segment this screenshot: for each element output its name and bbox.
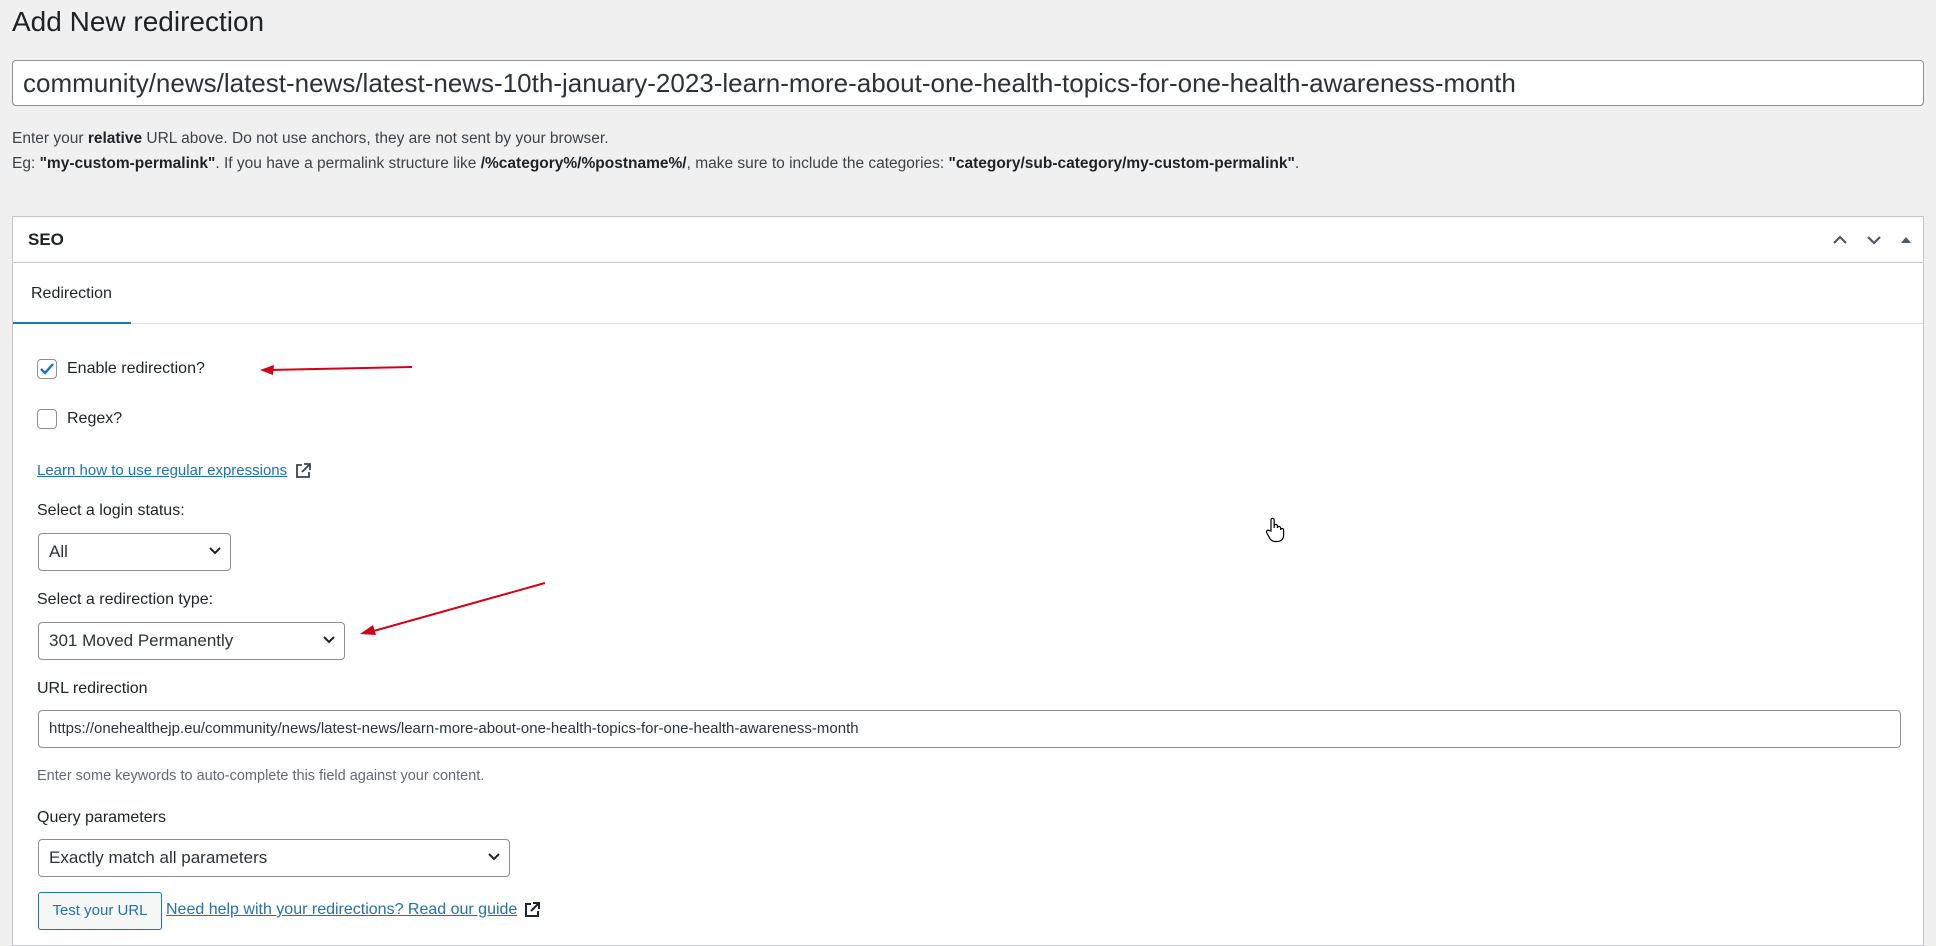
redirection-type-value: 301 Moved Permanently <box>49 631 234 650</box>
toggle-panel-button[interactable] <box>1891 225 1921 255</box>
redirect-source-url-input[interactable]: community/news/latest-news/latest-news-1… <box>12 60 1924 106</box>
redirection-guide-link[interactable]: Need help with your redirections? Read o… <box>166 901 517 919</box>
enable-redirection-row: Enable redirection? <box>37 359 205 379</box>
enable-redirection-checkbox[interactable] <box>37 359 57 379</box>
chevron-down-icon <box>488 853 500 861</box>
external-link-icon <box>525 902 541 917</box>
regex-label[interactable]: Regex? <box>67 410 122 428</box>
learn-regex-link[interactable]: Learn how to use regular expressions <box>37 462 287 479</box>
move-down-button[interactable] <box>1859 225 1889 255</box>
login-status-select[interactable]: All <box>38 533 231 571</box>
guide-link-row: Need help with your redirections? Read o… <box>166 901 541 919</box>
caret-up-icon <box>1901 237 1911 243</box>
postbox-title: SEO <box>28 230 64 249</box>
regex-row: Regex? <box>37 409 122 429</box>
chevron-down-icon <box>1867 236 1881 245</box>
query-parameters-select[interactable]: Exactly match all parameters <box>38 839 510 877</box>
postbox-header: SEO <box>13 217 1923 263</box>
external-link-icon <box>296 463 312 478</box>
login-status-label: Select a login status: <box>37 502 185 519</box>
chevron-down-icon <box>209 547 221 555</box>
redirection-type-select[interactable]: 301 Moved Permanently <box>38 622 345 660</box>
checkmark-icon <box>40 363 54 375</box>
url-help-line-2: Eg: "my-custom-permalink". If you have a… <box>12 155 1300 172</box>
chevron-down-icon <box>323 636 335 644</box>
query-parameters-value: Exactly match all parameters <box>49 848 268 867</box>
enable-redirection-label[interactable]: Enable redirection? <box>67 360 205 378</box>
tab-redirection[interactable]: Redirection <box>13 263 131 324</box>
login-status-value: All <box>49 542 68 561</box>
url-redirection-input[interactable]: https://onehealthejp.eu/community/news/l… <box>38 710 1901 748</box>
url-redirection-description: Enter some keywords to auto-complete thi… <box>37 768 485 784</box>
chevron-up-icon <box>1833 235 1847 244</box>
tab-bar: Redirection <box>13 263 1923 324</box>
query-parameters-label: Query parameters <box>37 809 166 826</box>
hand-cursor-icon <box>1265 517 1285 543</box>
url-redirection-label: URL redirection <box>37 680 148 697</box>
regex-checkbox[interactable] <box>37 409 57 429</box>
test-url-button[interactable]: Test your URL <box>38 892 162 930</box>
move-up-button[interactable] <box>1825 225 1855 255</box>
learn-regex-row: Learn how to use regular expressions <box>37 460 312 480</box>
seo-postbox: SEO Redirection Enable redirection? Rege… <box>12 216 1924 946</box>
page-title: Add New redirection <box>12 6 265 37</box>
redirection-type-label: Select a redirection type: <box>37 591 214 608</box>
url-help-line-1: Enter your relative URL above. Do not us… <box>12 130 609 147</box>
